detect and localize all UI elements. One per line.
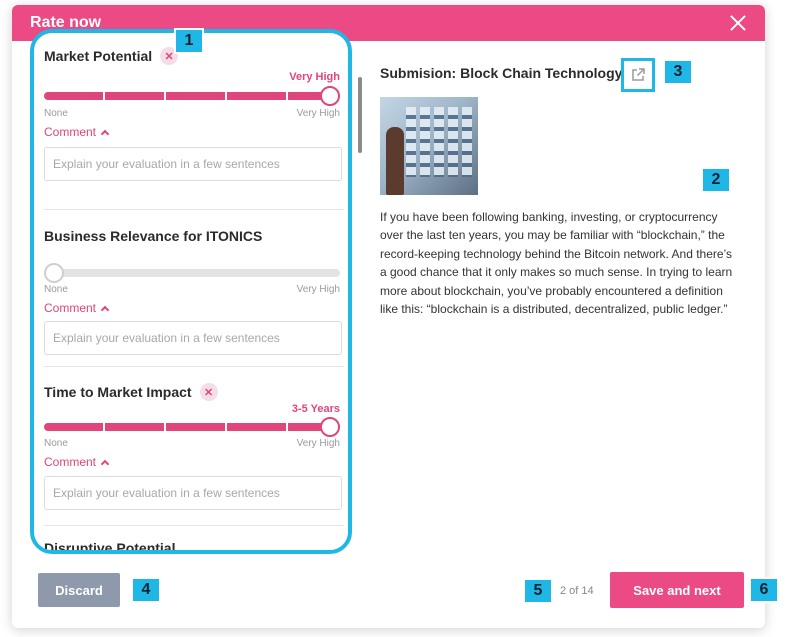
rating-slider[interactable] (44, 417, 340, 437)
scale-min-label: None (44, 108, 68, 119)
comment-input[interactable] (44, 321, 342, 355)
slider-scale: None Very High (44, 108, 340, 119)
rating-value-label: Very High (289, 71, 340, 83)
slider-tick (103, 92, 105, 100)
comment-toggle-label: Comment (44, 125, 97, 139)
rating-slider[interactable] (44, 263, 340, 283)
scale-max-label: Very High (296, 108, 340, 119)
slider-tick (225, 423, 227, 431)
slider-handle[interactable] (44, 263, 64, 283)
callout-5: 5 (523, 578, 553, 604)
slider-tick (164, 92, 166, 100)
comment-toggle[interactable]: Comment (44, 455, 110, 469)
criterion-business-relevance: Business Relevance for ITONICS None Very… (44, 228, 342, 358)
callout-2: 2 (701, 167, 731, 193)
criteria-scrollbar[interactable] (358, 77, 362, 153)
divider (44, 209, 344, 210)
clear-rating-icon[interactable]: ✕ (199, 383, 218, 401)
open-external-button[interactable] (621, 58, 655, 92)
scale-max-label: Very High (296, 284, 340, 295)
slider-tick (286, 92, 288, 100)
save-and-next-button[interactable]: Save and next (610, 572, 744, 608)
callout-6: 6 (749, 577, 779, 603)
criterion-title: Disruptive Potential (44, 540, 340, 554)
callout-1: 1 (174, 28, 204, 54)
criterion-time-to-market: Time to Market Impact ✕ 3-5 Years None V… (44, 383, 342, 513)
criterion-title: Business Relevance for ITONICS (44, 228, 340, 244)
external-link-icon (632, 68, 645, 81)
slider-tick (164, 423, 166, 431)
comment-toggle-label: Comment (44, 455, 97, 469)
submission-image (380, 97, 478, 195)
comment-toggle-label: Comment (44, 301, 97, 315)
slider-tick (225, 92, 227, 100)
discard-button[interactable]: Discard (38, 573, 120, 607)
comment-toggle[interactable]: Comment (44, 301, 110, 315)
criterion-title-text: Time to Market Impact (44, 384, 192, 400)
slider-tick (103, 423, 105, 431)
chevron-up-icon (100, 129, 110, 139)
submission-description: If you have been following banking, inve… (380, 210, 733, 317)
slider-scale: None Very High (44, 284, 340, 295)
divider (44, 525, 344, 526)
criterion-title-text: Market Potential (44, 48, 153, 64)
comment-input[interactable] (44, 476, 342, 510)
comment-toggle[interactable]: Comment (44, 125, 110, 139)
divider (44, 366, 344, 367)
criterion-title-text: Business Relevance for ITONICS (44, 228, 263, 244)
callout-3: 3 (663, 59, 693, 85)
scale-min-label: None (44, 438, 68, 449)
criterion-market-potential: Market Potential ✕ Very High None Very H… (44, 47, 342, 181)
submission-title: Submision: Block Chain Technology (380, 65, 623, 81)
slider-handle[interactable] (320, 417, 340, 437)
rating-value-label: 3-5 Years (291, 403, 340, 415)
rating-slider[interactable] (44, 86, 340, 106)
criterion-disruptive-potential: Disruptive Potential (44, 540, 340, 554)
rate-modal: Rate now Market Potential ✕ Very High No… (12, 5, 765, 628)
scale-max-label: Very High (296, 438, 340, 449)
criterion-title: Time to Market Impact ✕ (44, 383, 340, 401)
criteria-panel: Market Potential ✕ Very High None Very H… (30, 29, 352, 554)
callout-4: 4 (131, 577, 161, 603)
chevron-up-icon (100, 305, 110, 315)
scale-min-label: None (44, 284, 68, 295)
slider-handle[interactable] (320, 86, 340, 106)
comment-input[interactable] (44, 147, 342, 181)
page-counter: 2 of 14 (560, 585, 594, 597)
criterion-title-text: Disruptive Potential (44, 540, 176, 554)
slider-scale: None Very High (44, 438, 340, 449)
slider-tick (286, 423, 288, 431)
chevron-up-icon (100, 459, 110, 469)
close-icon[interactable] (727, 12, 749, 34)
